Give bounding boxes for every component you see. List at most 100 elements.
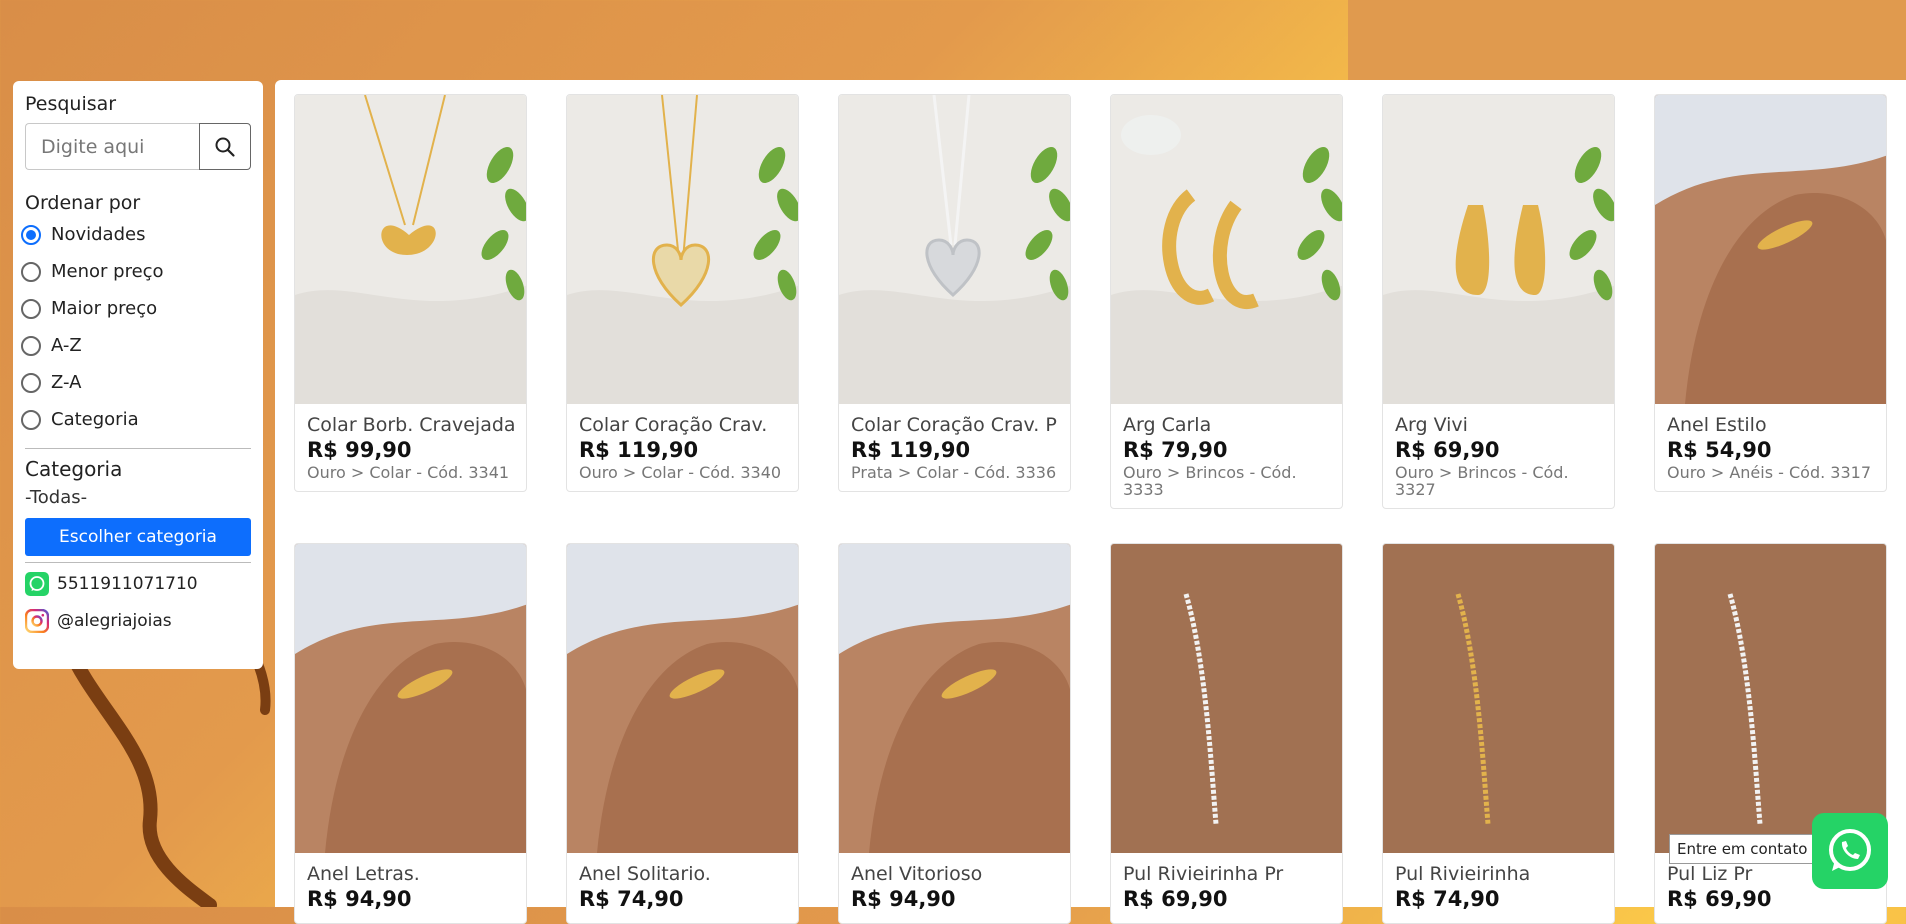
product-category: Ouro > Brincos - Cód. 3327: [1395, 463, 1569, 499]
sort-options: Novidades Menor preço Maior preço A-Z Z-A Cat…: [21, 216, 251, 438]
divider: [25, 448, 251, 449]
search-label: Pesquisar: [25, 93, 117, 115]
header-band: [1348, 0, 1906, 80]
product-price: R$ 94,90: [851, 887, 956, 911]
product-grid: Colar Borb. Cravejada R$ 99,90 Ouro > Cola…: [275, 80, 1906, 924]
sort-option[interactable]: Categoria: [21, 401, 251, 438]
product-category: Ouro > Brincos - Cód. 3333: [1123, 463, 1297, 499]
product-price: R$ 69,90: [1395, 438, 1500, 462]
category-value: -Todas-: [25, 487, 88, 508]
product-card[interactable]: Colar Coração Crav. Pr R$ 119,90 Prata > C…: [838, 94, 1071, 492]
product-image[interactable]: [567, 544, 798, 853]
sort-option-label: Maior preço: [51, 298, 158, 319]
product-category: Ouro > Colar - Cód. 3341: [307, 463, 510, 482]
divider: [25, 562, 251, 563]
search-icon: [215, 137, 235, 157]
sort-option-label: Categoria: [51, 409, 139, 430]
sort-option-label: Novidades: [51, 224, 146, 245]
product-price: R$ 94,90: [307, 887, 412, 911]
product-info: Anel Solitario. R$ 74,90: [567, 853, 798, 923]
sort-option[interactable]: Maior preço: [21, 290, 251, 327]
whatsapp-float-button[interactable]: [1812, 813, 1888, 889]
product-category: Prata > Colar - Cód. 3336: [851, 463, 1057, 482]
product-name[interactable]: Pul Rivieirinha Pr: [1123, 863, 1330, 885]
product-name[interactable]: Anel Vitorioso: [851, 863, 1058, 885]
product-card[interactable]: Anel Solitario. R$ 74,90: [566, 543, 799, 924]
sort-radio[interactable]: [21, 224, 41, 245]
product-card[interactable]: Arg Vivi R$ 69,90 Ouro > Brincos - Cód. 33…: [1382, 94, 1615, 509]
product-image[interactable]: [1655, 95, 1886, 404]
whatsapp-icon: [25, 571, 49, 596]
product-name[interactable]: Colar Coração Crav. Pr: [851, 414, 1058, 436]
product-name[interactable]: Anel Solitario.: [579, 863, 786, 885]
product-image[interactable]: [295, 544, 526, 853]
sort-option[interactable]: Novidades: [21, 216, 251, 253]
sort-radio[interactable]: [21, 261, 41, 282]
instagram-icon: [25, 608, 49, 633]
product-info: Colar Coração Crav. R$ 119,90 Ouro > Colar…: [567, 404, 798, 491]
product-image[interactable]: [839, 95, 1070, 404]
product-image[interactable]: [1111, 544, 1342, 853]
sort-option[interactable]: Z-A: [21, 364, 251, 401]
product-card[interactable]: Anel Vitorioso R$ 94,90: [838, 543, 1071, 924]
product-name[interactable]: Arg Vivi: [1395, 414, 1602, 436]
product-info: Arg Vivi R$ 69,90 Ouro > Brincos - Cód. 33…: [1383, 404, 1614, 508]
product-card[interactable]: Colar Borb. Cravejada R$ 99,90 Ouro > Cola…: [294, 94, 527, 492]
product-image[interactable]: [1383, 95, 1614, 404]
product-info: Colar Coração Crav. Pr R$ 119,90 Prata > C…: [839, 404, 1070, 491]
sort-option-label: Z-A: [51, 372, 82, 393]
product-card[interactable]: Anel Letras. R$ 94,90: [294, 543, 527, 924]
product-image[interactable]: [567, 95, 798, 404]
sort-radio[interactable]: [21, 409, 41, 430]
product-info: Arg Carla R$ 79,90 Ouro > Brincos - Cód. 3…: [1111, 404, 1342, 508]
product-info: Pul Rivieirinha Pr R$ 69,90: [1111, 853, 1342, 923]
search-group: [25, 123, 251, 170]
whatsapp-icon: [1829, 829, 1871, 871]
product-info: Colar Borb. Cravejada R$ 99,90 Ouro > Cola…: [295, 404, 526, 491]
choose-category-button[interactable]: Escolher categoria: [25, 518, 251, 556]
sort-radio[interactable]: [21, 335, 41, 356]
product-card[interactable]: Colar Coração Crav. R$ 119,90 Ouro > Colar…: [566, 94, 799, 492]
product-image[interactable]: [1111, 95, 1342, 404]
instagram-handle: @alegriajoias: [57, 610, 172, 631]
product-info: Anel Estilo R$ 54,90 Ouro > Anéis - Cód. 3…: [1655, 404, 1886, 491]
product-price: R$ 69,90: [1123, 887, 1228, 911]
search-button[interactable]: [199, 123, 251, 170]
product-price: R$ 69,90: [1667, 887, 1772, 911]
product-name[interactable]: Anel Letras.: [307, 863, 514, 885]
whatsapp-number: 5511911071710: [57, 573, 198, 594]
sort-radio[interactable]: [21, 372, 41, 393]
product-image[interactable]: [295, 95, 526, 404]
filter-sidebar: Pesquisar Ordenar por Novidades Menor pre…: [13, 81, 263, 669]
product-name[interactable]: Arg Carla: [1123, 414, 1330, 436]
sort-radio[interactable]: [21, 298, 41, 319]
sort-option[interactable]: Menor preço: [21, 253, 251, 290]
sort-option[interactable]: A-Z: [21, 327, 251, 364]
product-price: R$ 99,90: [307, 438, 412, 462]
product-card[interactable]: Arg Carla R$ 79,90 Ouro > Brincos - Cód. 3…: [1110, 94, 1343, 509]
sort-option-label: Menor preço: [51, 261, 164, 282]
product-card[interactable]: Pul Rivieirinha Pr R$ 69,90: [1110, 543, 1343, 924]
product-price: R$ 119,90: [851, 438, 971, 462]
instagram-link[interactable]: @alegriajoias: [25, 602, 251, 639]
product-category: Ouro > Colar - Cód. 3340: [579, 463, 782, 482]
search-input[interactable]: [25, 123, 199, 170]
product-info: Anel Vitorioso R$ 94,90: [839, 853, 1070, 923]
product-image[interactable]: [839, 544, 1070, 853]
product-image[interactable]: [1383, 544, 1614, 853]
whatsapp-link[interactable]: 5511911071710: [25, 565, 251, 602]
product-price: R$ 74,90: [1395, 887, 1500, 911]
product-info: Pul Rivieirinha R$ 74,90: [1383, 853, 1614, 923]
product-name[interactable]: Pul Rivieirinha: [1395, 863, 1602, 885]
product-name[interactable]: Anel Estilo: [1667, 414, 1874, 436]
product-info: Anel Letras. R$ 94,90: [295, 853, 526, 923]
product-price: R$ 119,90: [579, 438, 699, 462]
product-card[interactable]: Pul Rivieirinha R$ 74,90: [1382, 543, 1615, 924]
product-card[interactable]: Anel Estilo R$ 54,90 Ouro > Anéis - Cód. 3…: [1654, 94, 1887, 492]
product-price: R$ 74,90: [579, 887, 684, 911]
product-name[interactable]: Colar Borb. Cravejada: [307, 414, 514, 436]
sort-option-label: A-Z: [51, 335, 82, 356]
sort-label: Ordenar por: [25, 192, 141, 214]
product-image[interactable]: [1655, 544, 1886, 853]
product-name[interactable]: Colar Coração Crav.: [579, 414, 786, 436]
